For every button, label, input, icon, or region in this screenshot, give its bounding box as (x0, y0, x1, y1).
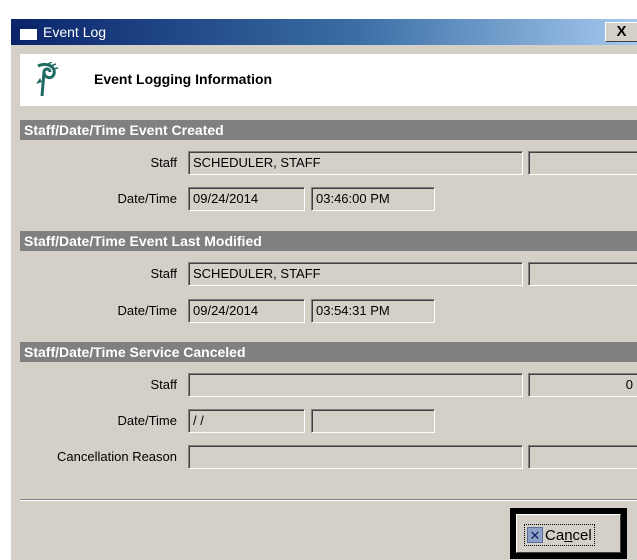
created-datetime-label: Date/Time (117, 191, 177, 206)
modified-staff-field[interactable]: SCHEDULER, STAFF (188, 262, 523, 286)
created-time-field[interactable]: 03:46:00 PM (311, 187, 435, 211)
created-staff-label: Staff (150, 155, 177, 170)
section-canceled-header: Staff/Date/Time Service Canceled (20, 342, 637, 362)
canceled-staff-id-field[interactable]: 0 (528, 373, 637, 397)
cancel-button-focus-frame: ✕ Cancel (510, 508, 627, 559)
event-log-window: Event Log X Event Logging Information St… (10, 18, 637, 560)
cancel-button-label: Cancel (545, 526, 592, 544)
logo-icon (36, 62, 59, 97)
window-title: Event Log (43, 24, 107, 40)
modified-time-field[interactable]: 03:54:31 PM (311, 299, 435, 323)
canceled-staff-field[interactable] (188, 373, 523, 397)
modified-staff-label: Staff (150, 266, 177, 281)
canceled-date-field[interactable]: / / (188, 409, 305, 433)
canceled-time-field[interactable] (311, 409, 435, 433)
cancellation-reason-code-field[interactable] (528, 445, 637, 469)
footer-divider (20, 499, 637, 501)
canceled-staff-label: Staff (150, 377, 177, 392)
header-panel: Event Logging Information (20, 54, 637, 106)
modified-date-field[interactable]: 09/24/2014 (188, 299, 305, 323)
modified-staff-id-field[interactable] (528, 262, 637, 286)
section-modified-header: Staff/Date/Time Event Last Modified (20, 231, 637, 251)
cancellation-reason-label: Cancellation Reason (57, 449, 177, 464)
cancellation-reason-field[interactable] (188, 445, 523, 469)
cancel-button[interactable]: ✕ Cancel (516, 514, 621, 553)
modified-datetime-label: Date/Time (117, 303, 177, 318)
close-x-icon: ✕ (527, 527, 543, 543)
close-button[interactable]: X (605, 22, 637, 42)
created-staff-id-field[interactable] (528, 151, 637, 175)
created-date-field[interactable]: 09/24/2014 (188, 187, 305, 211)
section-created-header: Staff/Date/Time Event Created (20, 120, 637, 140)
window-icon (19, 25, 38, 41)
header-title: Event Logging Information (94, 71, 273, 87)
title-bar[interactable]: Event Log X (11, 19, 637, 45)
canceled-datetime-label: Date/Time (117, 413, 177, 428)
cancel-button-content: ✕ Cancel (524, 524, 595, 546)
created-staff-field[interactable]: SCHEDULER, STAFF (188, 151, 523, 175)
